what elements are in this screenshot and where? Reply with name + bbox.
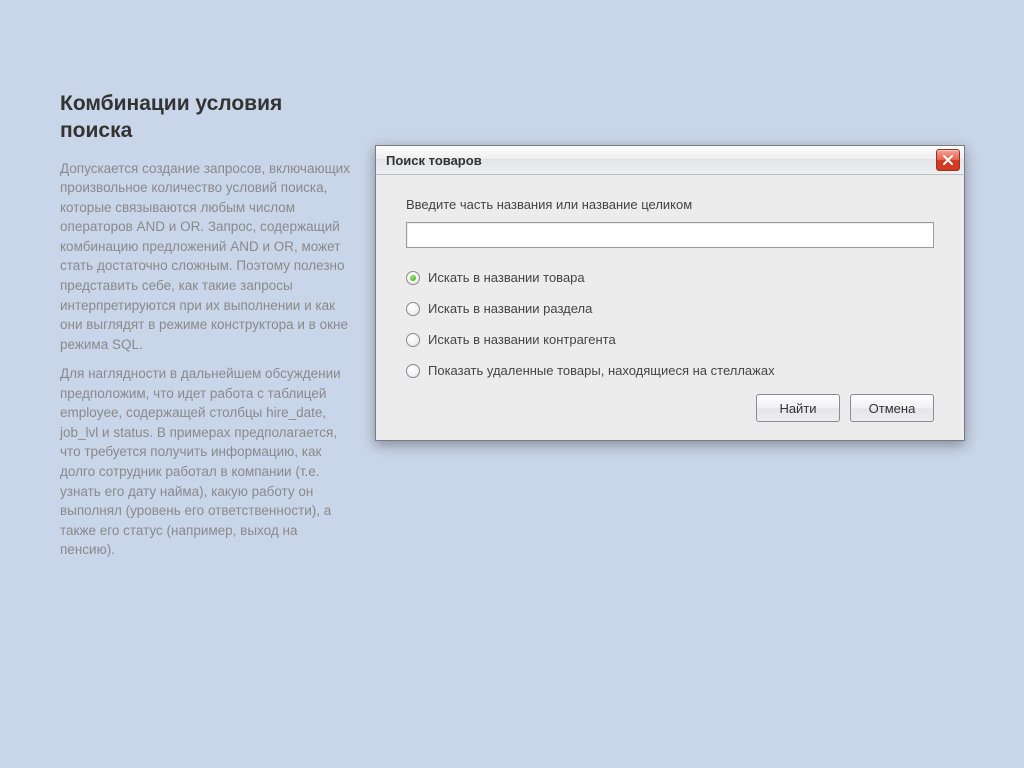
option-search-contractor-name[interactable]: Искать в названии контрагента [406,332,934,347]
body-paragraph-2: Для наглядности в дальнейшем обсуждении … [60,364,355,560]
close-button[interactable] [936,149,960,171]
search-input[interactable] [406,222,934,248]
input-prompt: Введите часть названия или название цели… [406,197,934,212]
radio-icon [406,364,420,378]
dialog-client-area: Введите часть названия или название цели… [375,175,965,441]
option-search-section-name[interactable]: Искать в названии раздела [406,301,934,316]
find-button[interactable]: Найти [756,394,840,422]
radio-icon [406,271,420,285]
option-label: Искать в названии товара [428,270,585,285]
titlebar[interactable]: Поиск товаров [375,145,965,175]
option-label: Искать в названии контрагента [428,332,616,347]
radio-icon [406,302,420,316]
option-label: Показать удаленные товары, находящиеся н… [428,363,775,378]
page-heading: Комбинации условия поиска [60,90,355,145]
option-search-product-name[interactable]: Искать в названии товара [406,270,934,285]
dialog-title: Поиск товаров [386,153,936,168]
radio-icon [406,333,420,347]
option-label: Искать в названии раздела [428,301,592,316]
cancel-button[interactable]: Отмена [850,394,934,422]
button-row: Найти Отмена [406,394,934,422]
close-icon [943,155,953,165]
option-show-deleted-on-shelves[interactable]: Показать удаленные товары, находящиеся н… [406,363,934,378]
body-paragraph-1: Допускается создание запросов, включающи… [60,159,355,355]
search-dialog: Поиск товаров Введите часть названия или… [375,145,965,441]
